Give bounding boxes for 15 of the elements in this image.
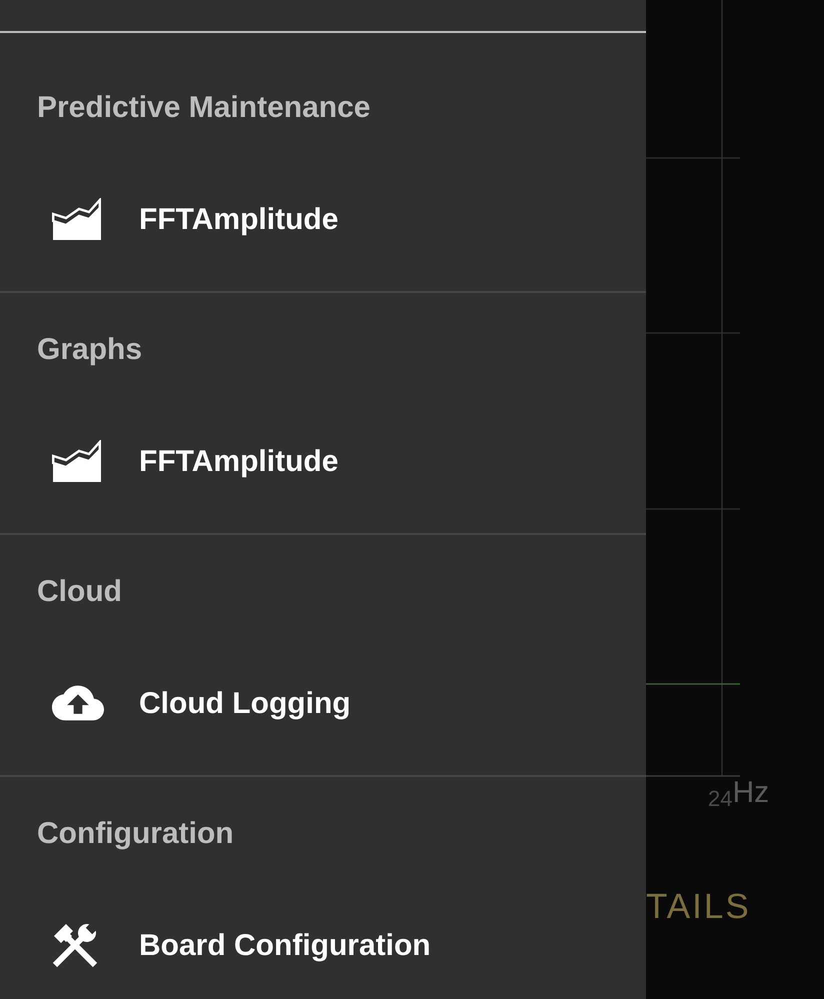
drawer-menu-item[interactable]: Board Configuration [0,903,646,987]
axis-unit-label: Hz [732,777,770,809]
drawer-menu-item[interactable]: FFTAmplitude [0,419,646,503]
section-header: Configuration [36,816,235,852]
section-header: Graphs [36,332,144,368]
section-header: Predictive Maintenance [36,90,372,126]
hammer-wrench-icon [52,922,98,968]
cloud-upload-icon [52,684,104,722]
drawer-menu-item[interactable]: FFTAmplitude [0,177,646,261]
area-chart-icon [52,198,102,240]
axis-tick-label: 24 [708,787,732,811]
section-header: Cloud [36,574,123,610]
details-button[interactable]: TAILS [646,887,751,927]
drawer-menu-item[interactable]: Cloud Logging [0,661,646,745]
area-chart-icon [52,440,102,482]
